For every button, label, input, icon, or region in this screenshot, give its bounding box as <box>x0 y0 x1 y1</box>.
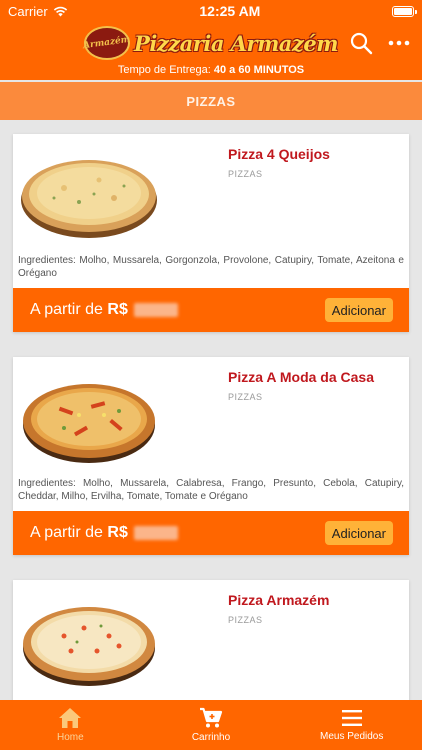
logo-badge-text: Armazém <box>82 34 132 52</box>
category-title: PIZZAS <box>186 93 236 109</box>
more-icon <box>388 40 410 46</box>
tab-my-orders[interactable]: Meus Pedidos <box>281 700 422 750</box>
tab-cart[interactable]: Carrinho <box>141 700 282 750</box>
delivery-time: 40 a 60 MINUTOS <box>213 64 305 76</box>
wifi-icon <box>53 6 67 16</box>
status-bar: Carrier 12:25 AM <box>0 0 422 22</box>
brand-logo: Armazém Pizzaria Armazém <box>82 26 338 60</box>
price-prefix: A partir de <box>30 301 103 318</box>
pizza-image <box>23 607 155 686</box>
tab-label: Carrinho <box>191 732 231 743</box>
product-name[interactable]: Pizza A Moda da Casa <box>228 369 374 385</box>
product-card[interactable]: Pizza Armazém PIZZAS <box>13 580 409 710</box>
search-button[interactable] <box>348 30 374 56</box>
product-ingredients: Ingredientes: Molho, Mussarela, Gorgonzo… <box>18 255 404 279</box>
home-icon <box>59 708 82 728</box>
price-currency: R$ <box>107 301 128 318</box>
battery-icon <box>392 5 417 17</box>
price-currency: R$ <box>107 524 128 541</box>
product-ingredients: Ingredientes: Molho, Mussarela, Calabres… <box>18 478 404 502</box>
tab-home[interactable]: Home <box>0 700 141 750</box>
category-header[interactable]: PIZZAS <box>0 82 422 120</box>
app-header: Carrier 12:25 AM Armazém Pizzaria Armazé… <box>0 0 422 80</box>
logo-text: Pizzaria Armazém <box>134 30 338 56</box>
price-value-blurred <box>133 302 178 317</box>
price-bar: A partir de R$ Adicionar <box>13 288 409 332</box>
product-name[interactable]: Pizza 4 Queijos <box>228 146 330 162</box>
price-prefix: A partir de <box>30 524 103 541</box>
carrier-label: Carrier <box>8 3 48 19</box>
delivery-time-info: Tempo de Entrega: 40 a 60 MINUTOS <box>0 64 422 80</box>
search-icon <box>350 32 373 55</box>
product-card[interactable]: Pizza A Moda da Casa PIZZAS Ingredientes… <box>13 357 409 555</box>
product-card[interactable]: Pizza 4 Queijos PIZZAS Ingredientes: Mol… <box>13 134 409 332</box>
tab-label: Meus Pedidos <box>319 731 384 742</box>
price-value-blurred <box>133 525 178 540</box>
cart-icon <box>200 707 223 728</box>
product-category: PIZZAS <box>228 615 263 625</box>
product-name[interactable]: Pizza Armazém <box>228 592 329 608</box>
pizza-image <box>21 160 157 238</box>
price-bar: A partir de R$ Adicionar <box>13 511 409 555</box>
price-label: A partir de R$ <box>30 301 178 319</box>
list-icon <box>341 710 362 726</box>
price-label: A partir de R$ <box>30 524 178 542</box>
pizza-image <box>23 384 155 463</box>
product-category: PIZZAS <box>228 169 263 179</box>
tab-label: Home <box>56 732 84 743</box>
more-button[interactable] <box>386 30 412 56</box>
add-to-cart-button[interactable]: Adicionar <box>324 521 393 545</box>
clock: 12:25 AM <box>199 3 261 19</box>
product-category: PIZZAS <box>228 392 263 402</box>
bottom-tab-bar: Home Carrinho Meus Pedidos <box>0 700 422 750</box>
delivery-label: Tempo de Entrega: <box>117 64 211 76</box>
add-to-cart-button[interactable]: Adicionar <box>324 298 393 322</box>
logo-badge: Armazém <box>82 26 132 60</box>
